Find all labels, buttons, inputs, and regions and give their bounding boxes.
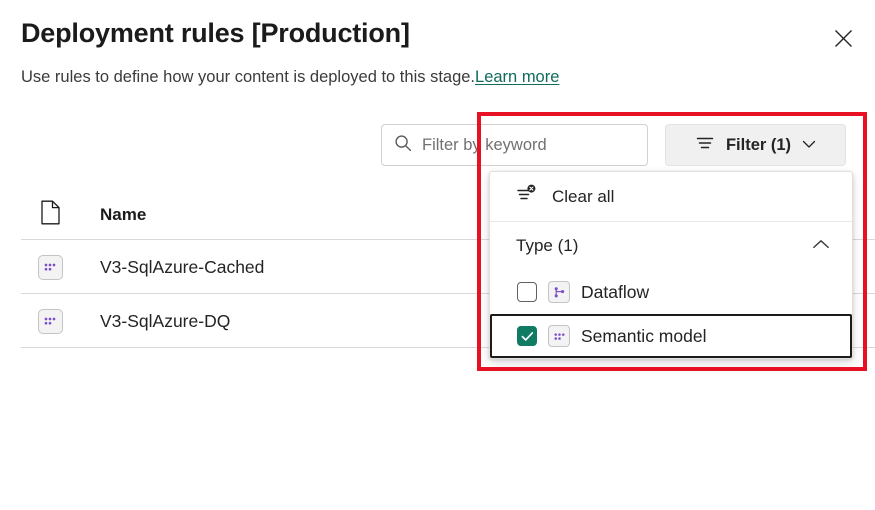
column-header-icon — [0, 200, 100, 230]
row-type-icon-cell — [0, 254, 100, 280]
learn-more-link[interactable]: Learn more — [475, 68, 559, 87]
subtitle-text: Use rules to define how your content is … — [21, 68, 476, 86]
filter-option-label: Dataflow — [581, 281, 650, 302]
subtitle-row: Use rules to define how your content is … — [21, 68, 559, 87]
filter-button[interactable]: Filter (1) — [665, 124, 846, 166]
clear-all-button[interactable]: Clear all — [490, 172, 852, 222]
close-button[interactable] — [825, 22, 861, 58]
dataflow-checkbox[interactable] — [517, 282, 537, 302]
semantic-model-checkbox[interactable] — [517, 326, 537, 346]
clear-all-label: Clear all — [552, 186, 615, 206]
filter-button-label: Filter (1) — [725, 135, 792, 154]
search-icon — [394, 134, 412, 157]
search-input[interactable] — [422, 135, 635, 155]
filter-option-dataflow[interactable]: Dataflow — [490, 270, 852, 314]
row-type-icon-cell — [0, 308, 100, 334]
filter-option-label: Semantic model — [581, 325, 707, 346]
row-name: V3-SqlAzure-DQ — [100, 310, 231, 331]
semantic-model-icon — [548, 325, 570, 347]
chevron-down-icon — [802, 136, 816, 154]
search-box[interactable] — [381, 124, 648, 166]
document-icon — [40, 200, 61, 230]
row-name: V3-SqlAzure-Cached — [100, 256, 265, 277]
close-icon — [834, 29, 853, 51]
filter-option-semantic-model[interactable]: Semantic model — [490, 314, 852, 358]
clear-filter-icon — [516, 184, 538, 209]
page-title: Deployment rules [Production] — [21, 18, 410, 48]
filter-group-type-header[interactable]: Type (1) — [490, 222, 852, 270]
semantic-model-icon — [37, 254, 63, 280]
column-header-name: Name — [100, 205, 147, 224]
dataflow-icon — [548, 281, 570, 303]
filter-group-title: Type (1) — [516, 236, 579, 255]
filter-icon — [695, 134, 715, 157]
semantic-model-icon — [37, 308, 63, 334]
checkmark-icon — [521, 331, 533, 341]
chevron-up-icon — [812, 237, 830, 255]
filter-flyout: Clear all Type (1) Dataflow Semantic mod… — [489, 171, 853, 359]
